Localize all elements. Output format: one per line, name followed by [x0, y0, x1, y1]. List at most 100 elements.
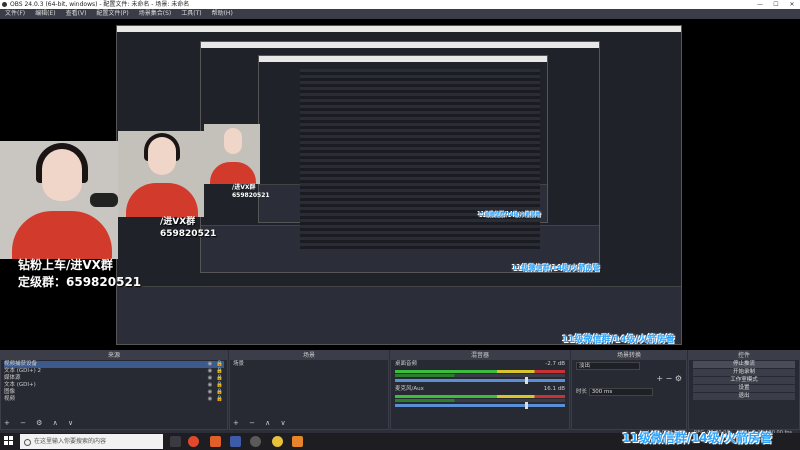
nested-titlebar: [201, 42, 599, 48]
caption-large-line2: 定级群：659820521: [18, 275, 142, 289]
mixer-channel-mic: 麦克风/Aux 16.1 dB: [391, 385, 569, 394]
app-icon[interactable]: [292, 436, 303, 447]
app-icon[interactable]: [210, 436, 221, 447]
menu-tools[interactable]: 工具(T): [176, 9, 206, 19]
source-item[interactable]: 图像 ◉ 🔒: [4, 389, 224, 396]
overlay-text-small: 11级微信群/14级/火箭房管: [512, 264, 600, 272]
mixer-channel-desktop: 桌面音频 -2.7 dB: [391, 360, 569, 369]
browser-icon[interactable]: [188, 436, 199, 447]
close-button[interactable]: ✕: [784, 0, 800, 9]
exit-button[interactable]: 退出: [693, 393, 795, 400]
caption-medium-line2: 659820521: [160, 229, 217, 239]
menu-bar: 文件(F) 编辑(E) 查看(V) 配置文件(P) 场景集合(S) 工具(T) …: [0, 9, 800, 19]
windows-start-icon[interactable]: [4, 436, 14, 446]
source-item[interactable]: 媒体源 ◉ 🔒: [4, 375, 224, 382]
app-icon[interactable]: [272, 436, 283, 447]
overlay-text-medium: 11级微信群/14级/火箭房管: [562, 335, 675, 345]
nested-titlebar: [259, 56, 547, 62]
streamer-face: [42, 149, 82, 201]
audio-meter: [395, 374, 565, 377]
channel-db: -2.7 dB: [545, 361, 565, 367]
transition-type-row: 淡出: [572, 360, 686, 372]
visibility-lock-icons[interactable]: ◉ 🔒: [208, 368, 224, 375]
caption-large-line1: 钻粉上车/进VX群: [18, 258, 113, 272]
source-item-label: 文本 (GDI+) 2: [4, 368, 42, 374]
webcam-feed: [0, 141, 118, 259]
streamer-shirt: [210, 162, 256, 184]
webcam-feed-small: [204, 124, 260, 184]
studio-mode-button[interactable]: 工作室模式: [693, 377, 795, 384]
channel-db: 16.1 dB: [543, 386, 565, 392]
duration-label: 时长: [576, 389, 588, 395]
controls-dock: 控件 停止推流 开始录制 工作室模式 设置 退出: [688, 350, 800, 430]
scenes-title: 场景: [230, 351, 388, 360]
scenes-dock: 场景 场景 + − ∧ ∨: [229, 350, 389, 430]
taskbar-search-input[interactable]: 在这里输入你要搜索的内容: [20, 434, 163, 449]
caption-tiny-line2: 659820521: [232, 192, 270, 199]
menu-help[interactable]: 帮助(H): [207, 9, 238, 19]
source-item-label: 媒体源: [4, 375, 21, 381]
menu-file[interactable]: 文件(F): [0, 9, 30, 19]
source-item-label: 图像: [4, 389, 16, 395]
source-item[interactable]: 文本 (GDI+) 2 ◉ 🔒: [4, 368, 224, 375]
scenes-toolbar[interactable]: + − ∧ ∨: [233, 419, 290, 427]
visibility-lock-icons[interactable]: ◉ 🔒: [208, 396, 224, 403]
minimize-button[interactable]: —: [752, 0, 768, 9]
app-icon[interactable]: [230, 436, 241, 447]
menu-scene-collection[interactable]: 场景集合(S): [134, 9, 177, 19]
caption-large: 钻粉上车/进VX群 定级群：659820521: [18, 257, 141, 291]
streamer-shirt: [12, 211, 112, 259]
menu-profile[interactable]: 配置文件(P): [91, 9, 133, 19]
menu-view[interactable]: 查看(V): [61, 9, 92, 19]
settings-button[interactable]: 设置: [693, 385, 795, 392]
window-controls: — ☐ ✕: [752, 0, 800, 9]
audio-meter: [395, 399, 565, 402]
source-item[interactable]: 视频 ◉ 🔒: [4, 396, 224, 403]
controls-title: 控件: [689, 351, 799, 360]
transitions-dock: 场景转换 淡出 + − ⚙ 时长 300 ms: [571, 350, 687, 430]
recursive-tunnel: [300, 69, 540, 249]
duration-input[interactable]: 300 ms: [588, 387, 653, 396]
webcam-feed-medium: [118, 131, 204, 217]
source-item[interactable]: 视频捕获设备 ◉ 🔒: [4, 361, 224, 368]
source-item[interactable]: 文本 (GDI+) ◉ 🔒: [4, 382, 224, 389]
window-titlebar: OBS 24.0.3 (64-bit, windows) - 配置文件: 未命名…: [0, 0, 800, 9]
start-recording-button[interactable]: 开始录制: [693, 369, 795, 376]
obs-taskbar-icon[interactable]: [250, 436, 261, 447]
streamer-shirt: [126, 183, 198, 217]
visibility-lock-icons[interactable]: ◉ 🔒: [208, 389, 224, 396]
scenes-list: 场景: [230, 360, 388, 369]
audio-meter: [395, 395, 565, 398]
volume-slider[interactable]: [395, 377, 565, 384]
maximize-button[interactable]: ☐: [768, 0, 784, 9]
menu-edit[interactable]: 编辑(E): [30, 9, 60, 19]
scene-item-label: 场景: [233, 361, 245, 367]
channel-name: 桌面音频: [395, 361, 418, 367]
scene-item[interactable]: 场景: [233, 361, 385, 368]
docks-area: 来源 视频捕获设备 ◉ 🔒 文本 (GDI+) 2 ◉ 🔒 媒体源 ◉ 🔒 文本 (G…: [0, 350, 800, 430]
stop-streaming-button[interactable]: 停止推流: [693, 361, 795, 368]
channel-name: 麦克风/Aux: [395, 386, 424, 392]
transition-add-remove[interactable]: + − ⚙: [572, 372, 686, 385]
volume-slider[interactable]: [395, 402, 565, 409]
search-placeholder: 在这里输入你要搜索的内容: [34, 438, 107, 445]
mixer-dock: 混音器 桌面音频 -2.7 dB 麦克风/Aux 16.1 dB: [390, 350, 570, 430]
visibility-lock-icons[interactable]: ◉ 🔒: [208, 361, 224, 368]
transition-type-select[interactable]: 淡出: [576, 362, 640, 370]
overlay-text-tiny: 11级微信群/14级/火箭房管: [478, 212, 541, 218]
transition-duration-row: 时长 300 ms: [572, 385, 686, 398]
visibility-lock-icons[interactable]: ◉ 🔒: [208, 375, 224, 382]
caption-tiny: /进VX群 659820521: [232, 184, 270, 200]
preview-canvas[interactable]: /进VX群 659820521 /进VX群 659820521 钻粉上车/进VX…: [0, 19, 800, 350]
caption-medium-line1: /进VX群: [160, 217, 196, 227]
sources-list: 视频捕获设备 ◉ 🔒 文本 (GDI+) 2 ◉ 🔒 媒体源 ◉ 🔒 文本 (GDI+…: [1, 360, 227, 404]
nested-titlebar: [117, 26, 681, 32]
streamer-face: [148, 137, 176, 175]
task-view-icon[interactable]: [170, 436, 181, 447]
audio-meter: [395, 370, 565, 373]
sources-title: 来源: [1, 351, 227, 360]
visibility-lock-icons[interactable]: ◉ 🔒: [208, 382, 224, 389]
caption-tiny-line1: /进VX群: [232, 184, 256, 191]
caption-medium: /进VX群 659820521: [160, 216, 216, 240]
sources-toolbar[interactable]: + − ⚙ ∧ ∨: [4, 419, 77, 427]
